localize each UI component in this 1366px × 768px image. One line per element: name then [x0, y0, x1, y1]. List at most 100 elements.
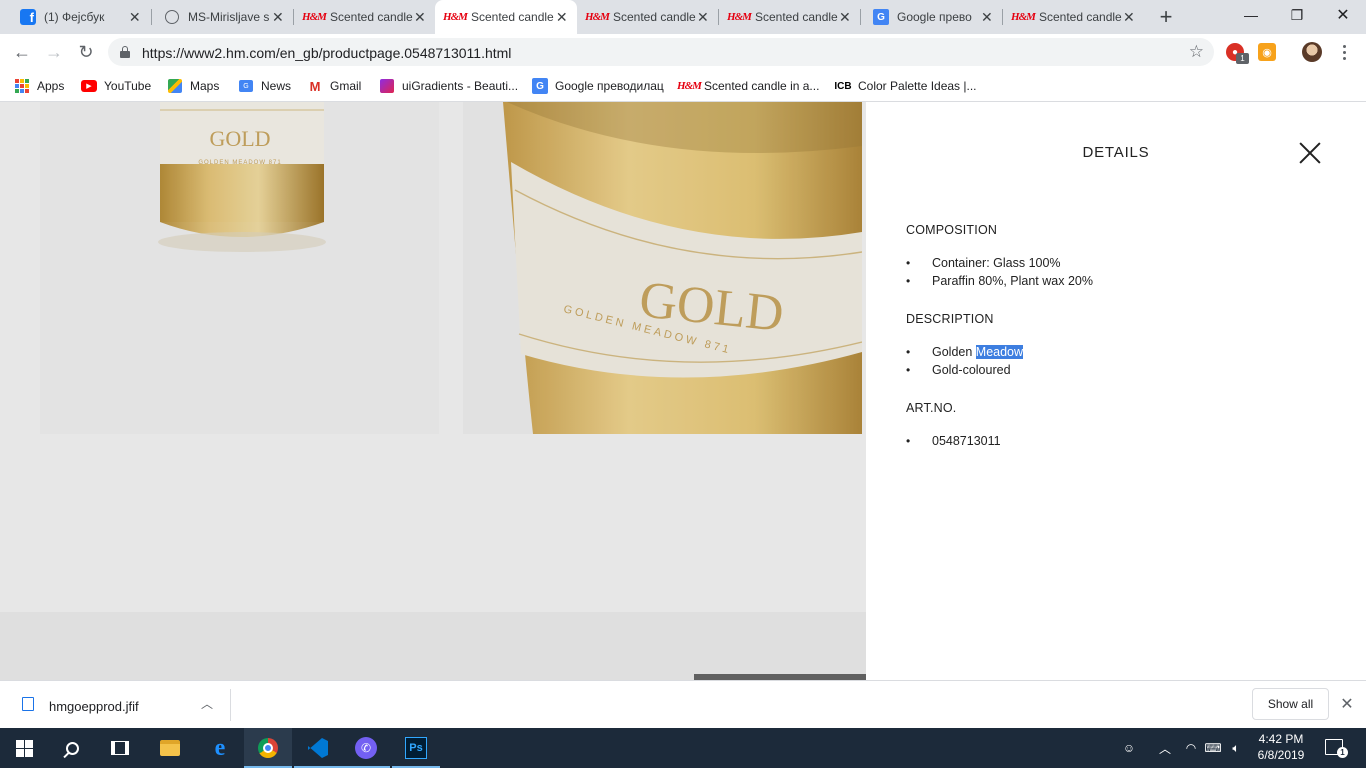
close-icon[interactable]: [1299, 142, 1321, 164]
clock[interactable]: 4:42 PM 6/8/2019: [1252, 731, 1310, 763]
tab-google-translate[interactable]: G Google прево ✕: [861, 0, 1002, 34]
edge-button[interactable]: e: [196, 728, 244, 768]
download-file-name[interactable]: hmgoepprod.jfif: [49, 699, 139, 714]
windows-taskbar: e ✆ Ps ☺ ︿ ◠ ⌨ 🔈︎ 4:42 PM 6/8/2019 1: [0, 728, 1366, 768]
artno-list: 0548713011: [906, 432, 1001, 450]
network-icon[interactable]: ◠: [1183, 740, 1199, 756]
bookmark-apps[interactable]: Apps: [14, 76, 64, 96]
tab-title: Scented candle: [1039, 10, 1122, 24]
lock-icon[interactable]: [120, 46, 130, 58]
modal-overlay[interactable]: [0, 102, 866, 680]
tab-close-icon[interactable]: ✕: [127, 9, 142, 25]
chrome-button[interactable]: [244, 728, 292, 768]
google-translate-icon: G: [873, 9, 889, 25]
tab-title: MS-Mirisljave s: [188, 10, 270, 24]
bookmark-label: Apps: [37, 79, 65, 93]
tab-close-icon[interactable]: ✕: [838, 9, 852, 25]
bookmark-gmail[interactable]: M Gmail: [307, 76, 362, 96]
windows-logo-icon: [15, 739, 33, 757]
description-list: Golden Meadow Gold-coloured: [906, 343, 1024, 379]
details-title: DETAILS: [1082, 144, 1150, 161]
folder-icon: [160, 740, 180, 756]
clock-date: 6/8/2019: [1257, 748, 1305, 762]
description-heading: DESCRIPTION: [906, 312, 994, 326]
bookmark-scented-candle[interactable]: H&M Scented candle in a...: [677, 76, 819, 96]
bookmark-color-palette[interactable]: ICB Color Palette Ideas |...: [834, 76, 977, 96]
hm-icon: H&M: [443, 11, 468, 23]
youtube-icon: ▶: [81, 78, 97, 94]
tab-close-icon[interactable]: ✕: [1122, 9, 1136, 25]
list-item: Golden Meadow: [906, 343, 1024, 361]
clock-time: 4:42 PM: [1258, 732, 1304, 746]
back-button[interactable]: ←: [8, 38, 36, 66]
divider: [230, 689, 231, 721]
task-view-button[interactable]: [96, 728, 144, 768]
new-tab-button[interactable]: +: [1154, 4, 1178, 29]
apps-grid-icon: [14, 78, 30, 94]
reload-button[interactable]: ↻: [72, 38, 100, 66]
vscode-icon: [308, 738, 328, 758]
tab-ms-mirisljave[interactable]: MS-Mirisljave s ✕: [152, 0, 293, 34]
bookmark-news[interactable]: G News: [238, 76, 291, 96]
bookmark-label: Google преводилац: [555, 79, 664, 93]
file-explorer-button[interactable]: [146, 728, 194, 768]
product-gallery: GOLD GOLDEN MEADOW 871 GOLD GOLDEN MEADO…: [0, 102, 866, 680]
maps-icon: [167, 78, 183, 94]
address-bar[interactable]: https://www2.hm.com/en_gb/productpage.05…: [108, 38, 1214, 66]
tab-title: Scented candle: [613, 10, 696, 24]
tab-scented-candle[interactable]: H&M Scented candle ✕: [719, 0, 860, 34]
bookmarks-bar: Apps ▶ YouTube Maps G News M Gmail uiGra…: [0, 70, 1366, 102]
vscode-button[interactable]: [294, 728, 342, 768]
notification-count-badge: 1: [1337, 747, 1348, 758]
tab-scented-candle[interactable]: H&M Scented candle ✕: [1003, 0, 1144, 34]
artno-heading: ART.NO.: [906, 401, 957, 415]
volume-icon[interactable]: 🔈︎: [1228, 740, 1244, 756]
tab-close-icon[interactable]: ✕: [413, 9, 427, 25]
bookmark-label: News: [261, 79, 292, 93]
selected-text: Meadow: [975, 345, 1024, 359]
tab-scented-candle[interactable]: H&M Scented candle ✕: [577, 0, 718, 34]
show-all-button[interactable]: Show all: [1252, 688, 1329, 720]
minimize-button[interactable]: —: [1228, 0, 1274, 30]
tab-close-icon[interactable]: ✕: [554, 9, 569, 25]
bookmark-youtube[interactable]: ▶ YouTube: [81, 76, 151, 96]
list-item: Gold-coloured: [906, 361, 1023, 379]
restore-button[interactable]: ❐: [1274, 0, 1320, 30]
bookmark-star-icon[interactable]: ☆: [1189, 42, 1204, 62]
tab-scented-candle[interactable]: H&M Scented candle ✕: [294, 0, 435, 34]
bookmark-label: Gmail: [330, 79, 362, 93]
bookmark-google-translate[interactable]: G Google преводилац: [532, 76, 664, 96]
tab-scented-candle-active[interactable]: H&M Scented candle ✕: [435, 0, 577, 34]
profile-avatar[interactable]: [1302, 42, 1322, 62]
start-button[interactable]: [0, 728, 48, 768]
file-icon: [22, 697, 34, 711]
chevron-up-icon[interactable]: ︿: [1157, 740, 1173, 756]
people-icon[interactable]: ☺: [1121, 740, 1137, 756]
tab-close-icon[interactable]: ✕: [271, 9, 285, 25]
keyboard-language-icon[interactable]: ⌨: [1204, 740, 1221, 756]
product-page: GOLD GOLDEN MEADOW 871 GOLD GOLDEN MEADO…: [0, 102, 1366, 680]
browser-tab-strip: f (1) Фејсбук ✕ MS-Mirisljave s ✕ H&M Sc…: [0, 0, 1366, 34]
close-downloads-icon[interactable]: ✕: [1338, 695, 1356, 713]
bookmark-label: Color Palette Ideas |...: [858, 79, 977, 93]
browser-menu-icon[interactable]: [1336, 42, 1352, 62]
tab-close-icon[interactable]: ✕: [980, 9, 994, 25]
viber-button[interactable]: ✆: [342, 728, 390, 768]
bookmark-label: Maps: [190, 79, 220, 93]
tab-close-icon[interactable]: ✕: [696, 9, 710, 25]
search-button[interactable]: [48, 728, 96, 768]
bookmark-maps[interactable]: Maps: [167, 76, 219, 96]
list-item: Container: Glass 100%: [906, 254, 1093, 272]
edge-icon: e: [214, 734, 226, 761]
bookmark-uigradients[interactable]: uiGradients - Beauti...: [379, 76, 518, 96]
facebook-icon: f: [20, 9, 36, 25]
photoshop-button[interactable]: Ps: [392, 728, 440, 768]
close-window-button[interactable]: ✕: [1320, 0, 1366, 30]
rss-icon[interactable]: ◉: [1258, 43, 1276, 61]
tab-facebook[interactable]: f (1) Фејсбук ✕: [0, 0, 150, 34]
chevron-up-icon[interactable]: ︿: [199, 695, 215, 711]
search-icon: [65, 741, 79, 755]
url-text[interactable]: https://www2.hm.com/en_gb/productpage.05…: [142, 45, 511, 61]
extension-badge: 1: [1236, 53, 1249, 64]
forward-button[interactable]: →: [40, 38, 68, 66]
